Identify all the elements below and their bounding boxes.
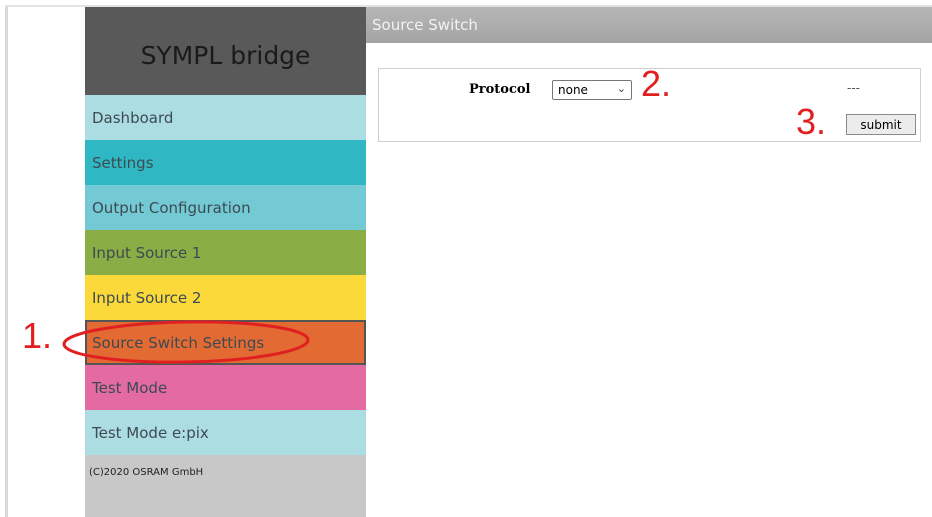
nav-item-dashboard[interactable]: Dashboard [85, 95, 366, 140]
copyright-text: (C)2020 OSRAM GmbH [89, 467, 204, 478]
nav-item-output-configuration[interactable]: Output Configuration [85, 185, 366, 230]
chevron-down-icon: ⌄ [616, 82, 626, 95]
nav-item-test-mode-epix[interactable]: Test Mode e:pix [85, 410, 366, 455]
nav-item-test-mode[interactable]: Test Mode [85, 365, 366, 410]
protocol-label: Protocol [469, 82, 531, 97]
brand-title: SYMPL bridge [140, 40, 311, 70]
nav-item-input-source-2[interactable]: Input Source 2 [85, 275, 366, 320]
annotation-number-1: 1. [22, 315, 53, 356]
status-text: --- [847, 81, 860, 95]
annotation-number-2: 2. [641, 63, 672, 104]
nav-item-settings[interactable]: Settings [85, 140, 366, 185]
page-title: Source Switch [366, 7, 932, 43]
frame-border-left [5, 5, 8, 517]
brand-header: SYMPL bridge [85, 7, 366, 95]
annotation-number-3: 3. [796, 101, 827, 142]
sidebar: SYMPL bridge Dashboard Settings Output C… [85, 7, 366, 517]
submit-button[interactable]: submit [846, 114, 916, 135]
annotation-ellipse [62, 320, 310, 364]
nav-item-input-source-1[interactable]: Input Source 1 [85, 230, 366, 275]
protocol-select-value: none [558, 83, 588, 97]
protocol-select[interactable]: none ⌄ [552, 80, 632, 100]
